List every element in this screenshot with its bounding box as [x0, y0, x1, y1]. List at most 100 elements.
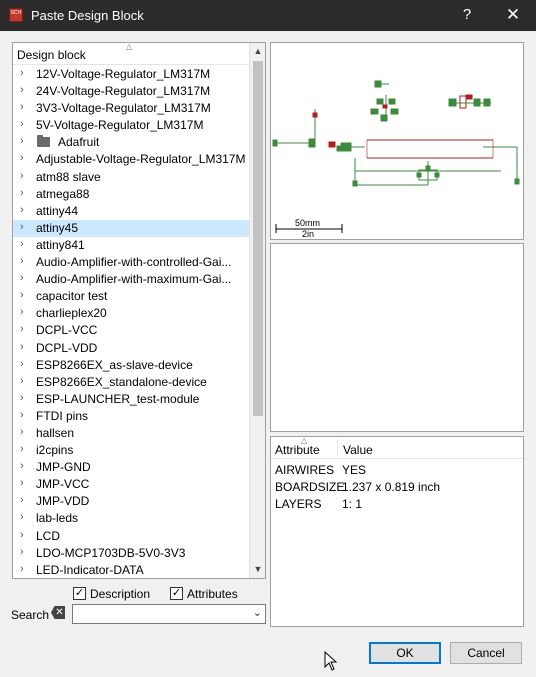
chevron-right-icon[interactable]: ›: [20, 529, 24, 541]
tree-item[interactable]: › FTDI pins: [13, 408, 250, 425]
search-combobox[interactable]: ⌄: [72, 604, 266, 624]
tree-item-label: attiny44: [36, 203, 79, 218]
search-label: Search: [11, 608, 50, 622]
chevron-right-icon[interactable]: ›: [20, 392, 24, 404]
close-button[interactable]: ✕: [498, 4, 528, 26]
tree-item[interactable]: › Audio-Amplifier-with-controlled-Gai...: [13, 254, 250, 271]
checkbox-check-icon[interactable]: ✓: [170, 587, 183, 600]
chevron-right-icon[interactable]: ›: [20, 221, 24, 233]
chevron-right-icon[interactable]: ›: [20, 272, 24, 284]
chevron-right-icon[interactable]: ›: [20, 358, 24, 370]
attribute-key: LAYERS: [275, 497, 322, 511]
tree-item-label: DCPL-VDD: [36, 340, 98, 355]
scale-label-mm: 50mm: [295, 218, 320, 228]
scroll-up-icon[interactable]: ▲: [250, 43, 266, 60]
tree-item[interactable]: › ESP-LAUNCHER_test-module: [13, 391, 250, 408]
tree-item[interactable]: › 24V-Voltage-Regulator_LM317M: [13, 83, 250, 100]
chevron-right-icon[interactable]: ›: [20, 494, 24, 506]
chevron-right-icon[interactable]: ›: [20, 323, 24, 335]
tree-item[interactable]: › JMP-VCC: [13, 476, 250, 493]
tree-item[interactable]: › DCPL-VCC: [13, 322, 250, 339]
chevron-right-icon[interactable]: ›: [20, 426, 24, 438]
chevron-right-icon[interactable]: ›: [20, 289, 24, 301]
tree-item[interactable]: › LCD: [13, 528, 250, 545]
cancel-button[interactable]: Cancel: [450, 642, 522, 664]
tree-item-label: attiny841: [36, 237, 85, 252]
chevron-down-icon[interactable]: ⌄: [253, 606, 262, 619]
tree-item[interactable]: › DCPL-VDD: [13, 340, 250, 357]
chevron-right-icon[interactable]: ›: [20, 460, 24, 472]
tree-item[interactable]: › attiny841: [13, 237, 250, 254]
search-input[interactable]: [75, 606, 243, 622]
tree-item[interactable]: › lab-leds: [13, 510, 250, 527]
chevron-right-icon[interactable]: ›: [20, 255, 24, 267]
tree-item[interactable]: › hallsen: [13, 425, 250, 442]
chevron-right-icon[interactable]: ›: [20, 443, 24, 455]
tree-item-label: LED-Indicator-DATA: [36, 562, 144, 577]
tree-item[interactable]: › capacitor test: [13, 288, 250, 305]
tree-item-label: atmega88: [36, 186, 90, 201]
chevron-right-icon[interactable]: ›: [20, 238, 24, 250]
tree-item-label: LDO-MCP1703DB-5V0-3V3: [36, 545, 186, 560]
design-block-tree[interactable]: Design block △ › 12V-Voltage-Regulator_LM…: [12, 42, 266, 579]
tree-item[interactable]: › atmega88: [13, 186, 250, 203]
tree-item-label: charlieplex20: [36, 306, 107, 321]
title-bar: SCH Paste Design Block ? ✕: [0, 0, 536, 31]
tree-item[interactable]: › 3V3-Voltage-Regulator_LM317M: [13, 100, 250, 117]
tree-item-label: atm88 slave: [36, 169, 101, 184]
tree-item[interactable]: › attiny44: [13, 203, 250, 220]
chevron-right-icon[interactable]: ›: [20, 152, 24, 164]
chevron-right-icon[interactable]: ›: [20, 546, 24, 558]
tree-item-label: i2cpins: [36, 443, 74, 458]
tree-item[interactable]: › ESP8266EX_standalone-device: [13, 374, 250, 391]
chevron-right-icon[interactable]: ›: [20, 187, 24, 199]
tree-item[interactable]: › charlieplex20: [13, 305, 250, 322]
tree-list: › 12V-Voltage-Regulator_LM317M › 24V-Voltag…: [13, 66, 250, 578]
chevron-right-icon[interactable]: ›: [20, 67, 24, 79]
attributes-header[interactable]: △ Attribute Value: [271, 436, 523, 459]
checkbox-check-icon[interactable]: ✓: [73, 587, 86, 600]
tree-item[interactable]: › JMP-GND: [13, 459, 250, 476]
chevron-right-icon[interactable]: ›: [20, 511, 24, 523]
attribute-column-header[interactable]: Attribute: [275, 443, 320, 457]
chevron-right-icon[interactable]: ›: [20, 135, 24, 147]
tree-item[interactable]: › i2cpins: [13, 442, 250, 459]
tree-item[interactable]: › Audio-Amplifier-with-maximum-Gai...: [13, 271, 250, 288]
tree-item[interactable]: › LDO-MCP1703DB-5V0-3V3: [13, 545, 250, 562]
chevron-right-icon[interactable]: ›: [20, 101, 24, 113]
description-checkbox-label: Description: [90, 587, 151, 601]
tree-item[interactable]: › attiny45: [13, 219, 250, 237]
tree-item[interactable]: › atm88 slave: [13, 169, 250, 186]
chevron-right-icon[interactable]: ›: [20, 477, 24, 489]
chevron-right-icon[interactable]: ›: [20, 563, 24, 575]
clear-search-icon[interactable]: ✕: [51, 606, 65, 619]
chevron-right-icon[interactable]: ›: [20, 84, 24, 96]
tree-item[interactable]: › 5V-Voltage-Regulator_LM317M: [13, 117, 250, 134]
tree-item[interactable]: › LED-Indicator-DATA: [13, 562, 250, 578]
chevron-right-icon[interactable]: ›: [20, 341, 24, 353]
chevron-right-icon[interactable]: ›: [20, 170, 24, 182]
chevron-right-icon[interactable]: ›: [20, 306, 24, 318]
tree-item[interactable]: › Adafruit: [13, 134, 250, 151]
tree-item[interactable]: › 12V-Voltage-Regulator_LM317M: [13, 66, 250, 83]
tree-scrollbar[interactable]: ▲ ▼: [249, 43, 265, 578]
chevron-right-icon[interactable]: ›: [20, 118, 24, 130]
tree-column-header[interactable]: Design block △: [13, 42, 250, 65]
ok-button[interactable]: OK: [369, 642, 441, 664]
board-preview-drawing: 50mm 2in: [272, 80, 520, 239]
chevron-right-icon[interactable]: ›: [20, 409, 24, 421]
chevron-right-icon[interactable]: ›: [20, 375, 24, 387]
board-preview: 50mm 2in: [270, 42, 524, 240]
chevron-right-icon[interactable]: ›: [20, 204, 24, 216]
scroll-down-icon[interactable]: ▼: [250, 561, 266, 578]
tree-item[interactable]: › JMP-VDD: [13, 493, 250, 510]
tree-item[interactable]: › Adjustable-Voltage-Regulator_LM317M: [13, 151, 250, 168]
tree-item[interactable]: › ESP8266EX_as-slave-device: [13, 357, 250, 374]
component-cluster-right: [448, 94, 491, 109]
column-separator[interactable]: [337, 439, 338, 457]
tree-item-label: ESP8266EX_as-slave-device: [36, 357, 193, 372]
tree-item-label: JMP-VDD: [36, 494, 90, 509]
scroll-thumb[interactable]: [253, 61, 263, 416]
value-column-header[interactable]: Value: [343, 443, 373, 457]
help-button[interactable]: ?: [452, 4, 482, 26]
